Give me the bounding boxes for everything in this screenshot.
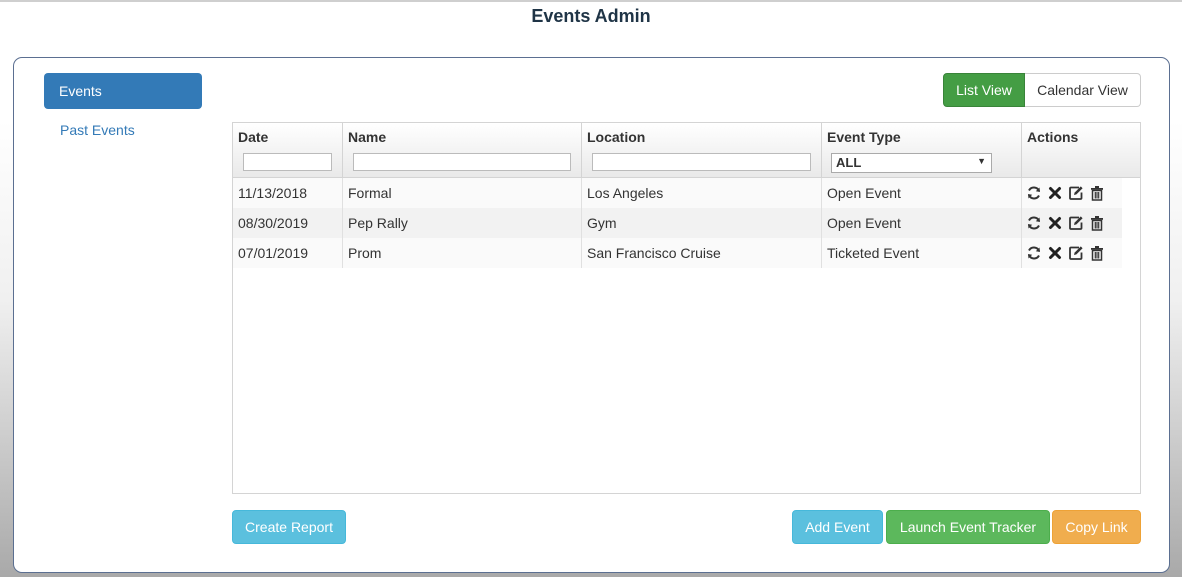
date-filter-input[interactable] — [243, 153, 332, 171]
refresh-icon[interactable] — [1026, 215, 1042, 231]
row-date: 11/13/2018 — [233, 178, 343, 208]
row-actions — [1026, 238, 1105, 268]
close-icon[interactable] — [1047, 185, 1063, 201]
main-panel: Events Past Events List View Calendar Vi… — [13, 57, 1170, 573]
column-header-date[interactable]: Date — [238, 129, 268, 145]
trash-icon[interactable] — [1089, 245, 1105, 261]
row-event-type: Ticketed Event — [822, 238, 1022, 268]
events-grid: Date Name Location Event Type ALL ▼ Acti… — [232, 122, 1141, 494]
close-icon[interactable] — [1047, 215, 1063, 231]
row-event-type: Open Event — [822, 178, 1022, 208]
row-date: 07/01/2019 — [233, 238, 343, 268]
calendar-view-button[interactable]: Calendar View — [1025, 73, 1141, 107]
table-row[interactable]: 11/13/2018 Formal Los Angeles Open Event — [233, 178, 1122, 208]
edit-icon[interactable] — [1068, 185, 1084, 201]
refresh-icon[interactable] — [1026, 185, 1042, 201]
grid-header: Date Name Location Event Type ALL ▼ Acti… — [233, 123, 1140, 178]
column-location: Location — [582, 123, 822, 178]
close-icon[interactable] — [1047, 245, 1063, 261]
create-report-button[interactable]: Create Report — [232, 510, 346, 544]
row-name: Pep Rally — [343, 208, 582, 238]
location-filter-input[interactable] — [592, 153, 811, 171]
page-title: Events Admin — [531, 6, 651, 26]
row-date: 08/30/2019 — [233, 208, 343, 238]
row-name: Formal — [343, 178, 582, 208]
edit-icon[interactable] — [1068, 215, 1084, 231]
event-type-filter-select[interactable]: ALL ▼ — [831, 153, 992, 173]
row-event-type: Open Event — [822, 208, 1022, 238]
row-location: Los Angeles — [582, 178, 822, 208]
table-row[interactable]: 07/01/2019 Prom San Francisco Cruise Tic… — [233, 238, 1122, 268]
row-location: San Francisco Cruise — [582, 238, 822, 268]
sidebar-item-label: Events — [59, 83, 102, 99]
row-location: Gym — [582, 208, 822, 238]
column-actions: Actions — [1022, 123, 1140, 178]
list-view-button[interactable]: List View — [943, 73, 1025, 107]
column-header-event-type[interactable]: Event Type — [827, 129, 901, 145]
column-name: Name — [343, 123, 582, 178]
chevron-down-icon: ▼ — [977, 156, 986, 166]
launch-event-tracker-button[interactable]: Launch Event Tracker — [886, 510, 1050, 544]
name-filter-input[interactable] — [353, 153, 571, 171]
column-event-type: Event Type ALL ▼ — [822, 123, 1022, 178]
copy-link-button[interactable]: Copy Link — [1052, 510, 1141, 544]
row-name: Prom — [343, 238, 582, 268]
top-border — [0, 0, 1182, 2]
column-header-location[interactable]: Location — [587, 129, 645, 145]
sidebar-item-events[interactable]: Events — [44, 73, 202, 109]
add-event-button[interactable]: Add Event — [792, 510, 883, 544]
sidebar-item-past-events[interactable]: Past Events — [60, 122, 135, 138]
trash-icon[interactable] — [1089, 215, 1105, 231]
column-header-actions: Actions — [1027, 129, 1079, 145]
table-row[interactable]: 08/30/2019 Pep Rally Gym Open Event — [233, 208, 1122, 238]
column-header-name[interactable]: Name — [348, 129, 386, 145]
refresh-icon[interactable] — [1026, 245, 1042, 261]
event-type-filter-value: ALL — [836, 155, 862, 170]
edit-icon[interactable] — [1068, 245, 1084, 261]
row-actions — [1026, 208, 1105, 238]
row-actions — [1026, 178, 1105, 208]
trash-icon[interactable] — [1089, 185, 1105, 201]
column-date: Date — [233, 123, 343, 178]
view-toggle: List View Calendar View — [943, 73, 1141, 107]
